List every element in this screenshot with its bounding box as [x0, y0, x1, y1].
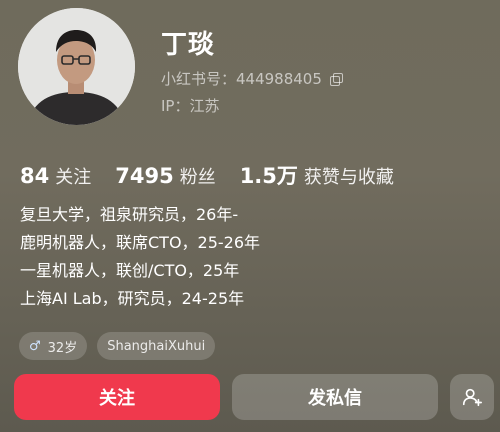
stat-likes-label: 获赞与收藏 [303, 167, 394, 188]
bio-line: 鹿明机器人，联席CTO，25-26年 [20, 233, 261, 252]
stat-following[interactable]: 84 关注 [20, 163, 91, 189]
stat-followers-label: 粉丝 [179, 167, 216, 188]
copy-icon[interactable] [329, 72, 343, 86]
profile-name: 丁琰 [161, 30, 216, 60]
tag-location-label: ShanghaiXuhui [107, 338, 206, 354]
ip-location: IP：江苏 [161, 97, 220, 115]
tag-age: ♂ 32岁 [19, 332, 88, 360]
stat-following-count: 84 [20, 164, 50, 188]
stat-followers[interactable]: 7495 粉丝 [115, 163, 215, 189]
follow-button[interactable]: 关注 [14, 374, 220, 420]
user-id: 小红书号：444988405 [161, 68, 343, 89]
bio-line: 一星机器人，联创/CTO，25年 [20, 261, 240, 280]
add-friend-icon [462, 388, 482, 407]
stat-likes[interactable]: 1.5万 获赞与收藏 [240, 160, 394, 190]
stat-likes-count: 1.5万 [239, 164, 298, 188]
avatar-photo [18, 8, 135, 125]
male-icon: ♂ [29, 338, 41, 354]
avatar[interactable] [18, 8, 135, 125]
user-id-text: 小红书号：444988405 [161, 70, 322, 88]
tag-list: ♂ 32岁 ShanghaiXuhui [19, 332, 225, 360]
bio: 复旦大学，祖泉研究员，26年- 鹿明机器人，联席CTO，25-26年 一星机器人… [20, 201, 260, 313]
add-friend-button[interactable] [450, 374, 494, 420]
message-button[interactable]: 发私信 [232, 374, 438, 420]
stat-following-label: 关注 [55, 167, 92, 188]
tag-location: ShanghaiXuhui [97, 332, 216, 360]
bio-line: 复旦大学，祖泉研究员，26年- [20, 205, 239, 224]
bio-line: 上海AI Lab，研究员，24-25年 [20, 289, 245, 308]
tag-age-label: 32岁 [47, 340, 78, 356]
stat-followers-count: 7495 [115, 164, 174, 188]
stats-row: 84 关注 7495 粉丝 1.5万 获赞与收藏 [20, 160, 418, 190]
